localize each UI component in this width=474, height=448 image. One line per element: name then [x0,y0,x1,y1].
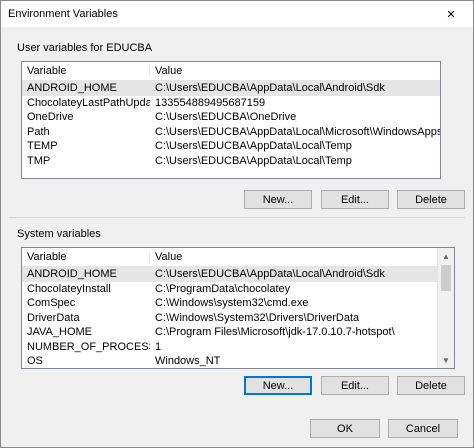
user-variables-label: User variables for EDUCBA [17,42,153,54]
column-header-variable[interactable]: Variable [22,65,150,77]
variable-value: C:\Users\EDUCBA\AppData\Local\Android\Sd… [155,82,385,95]
table-row[interactable]: ANDROID_HOME C:\Users\EDUCBA\AppData\Loc… [22,81,440,96]
column-header-value[interactable]: Value [150,251,438,263]
variable-name: ComSpec [27,297,76,310]
close-button[interactable]: ✕ [429,1,473,27]
table-row[interactable]: ComSpec C:\Windows\system32\cmd.exe [22,296,438,311]
table-row[interactable]: OS Windows_NT [22,354,438,368]
system-variables-header: Variable Value [22,248,438,267]
section-divider [9,217,465,218]
variable-name: NUMBER_OF_PROCESSORS [27,340,150,353]
table-row[interactable]: OneDrive C:\Users\EDUCBA\OneDrive [22,110,440,125]
variable-name: JAVA_HOME [27,326,92,339]
table-row[interactable]: TEMP C:\Users\EDUCBA\AppData\Local\Temp [22,139,440,154]
variable-name: ChocolateyInstall [27,282,111,295]
system-variables-label: System variables [17,228,101,240]
environment-variables-dialog: Environment Variables ✕ User variables f… [0,0,474,448]
table-row[interactable]: TMP C:\Users\EDUCBA\AppData\Local\Temp [22,154,440,169]
table-row[interactable]: ChocolateyInstall C:\ProgramData\chocola… [22,282,438,297]
cancel-button[interactable]: Cancel [388,419,458,438]
table-row[interactable]: DriverData C:\Windows\System32\Drivers\D… [22,311,438,326]
variable-value: Windows_NT [155,355,221,368]
variable-name: Path [27,125,50,138]
ok-button[interactable]: OK [310,419,380,438]
table-row[interactable]: JAVA_HOME C:\Program Files\Microsoft\jdk… [22,325,438,340]
window-title: Environment Variables [8,8,118,20]
user-new-button[interactable]: New... [244,190,312,209]
chevron-down-icon[interactable]: ▼ [438,352,454,368]
variable-value: 1 [155,340,162,353]
variable-name: TEMP [27,140,58,153]
system-variables-rows: Variable Value ANDROID_HOME C:\Users\EDU… [22,248,438,368]
variable-value: C:\Users\EDUCBA\AppData\Local\Microsoft\… [155,125,440,138]
variable-value: C:\Windows\system32\cmd.exe [155,297,309,310]
close-icon: ✕ [446,8,456,21]
variable-name: ANDROID_HOME [27,268,117,281]
system-variables-list[interactable]: Variable Value ANDROID_HOME C:\Users\EDU… [21,247,455,369]
variable-value: C:\Users\EDUCBA\OneDrive [155,111,297,124]
variable-value: C:\Windows\System32\Drivers\DriverData [155,311,360,324]
variable-value: C:\Users\EDUCBA\AppData\Local\Temp [155,154,352,167]
user-variables-list[interactable]: Variable Value ANDROID_HOME C:\Users\EDU… [21,61,441,179]
chevron-up-icon[interactable]: ▲ [438,248,454,264]
table-row[interactable]: ANDROID_HOME C:\Users\EDUCBA\AppData\Loc… [22,267,438,282]
table-row[interactable]: NUMBER_OF_PROCESSORS 1 [22,340,438,355]
variable-name: OS [27,355,43,368]
variable-value: C:\Program Files\Microsoft\jdk-17.0.10.7… [155,326,395,339]
table-row[interactable]: ChocolateyLastPathUpdate 133554889495687… [22,96,440,111]
user-edit-button[interactable]: Edit... [321,190,389,209]
variable-name: ANDROID_HOME [27,82,117,95]
title-bar: Environment Variables ✕ [1,1,473,27]
variable-value: C:\Users\EDUCBA\AppData\Local\Android\Sd… [155,268,385,281]
user-variables-header: Variable Value [22,62,440,81]
system-variables-scrollbar[interactable]: ▲ ▼ [437,248,454,368]
system-new-button[interactable]: New... [244,376,312,395]
user-delete-button[interactable]: Delete [397,190,465,209]
variable-name: DriverData [27,311,80,324]
variable-value: C:\Users\EDUCBA\AppData\Local\Temp [155,140,352,153]
column-header-variable[interactable]: Variable [22,251,150,263]
variable-name: TMP [27,154,51,167]
table-row[interactable]: Path C:\Users\EDUCBA\AppData\Local\Micro… [22,125,440,140]
system-delete-button[interactable]: Delete [397,376,465,395]
variable-value: C:\ProgramData\chocolatey [155,282,291,295]
column-header-value[interactable]: Value [150,65,440,77]
variable-name: OneDrive [27,111,74,124]
variable-value: 133554889495687159 [155,96,266,109]
scrollbar-thumb[interactable] [441,265,451,291]
system-edit-button[interactable]: Edit... [321,376,389,395]
variable-name: ChocolateyLastPathUpdate [27,96,150,109]
